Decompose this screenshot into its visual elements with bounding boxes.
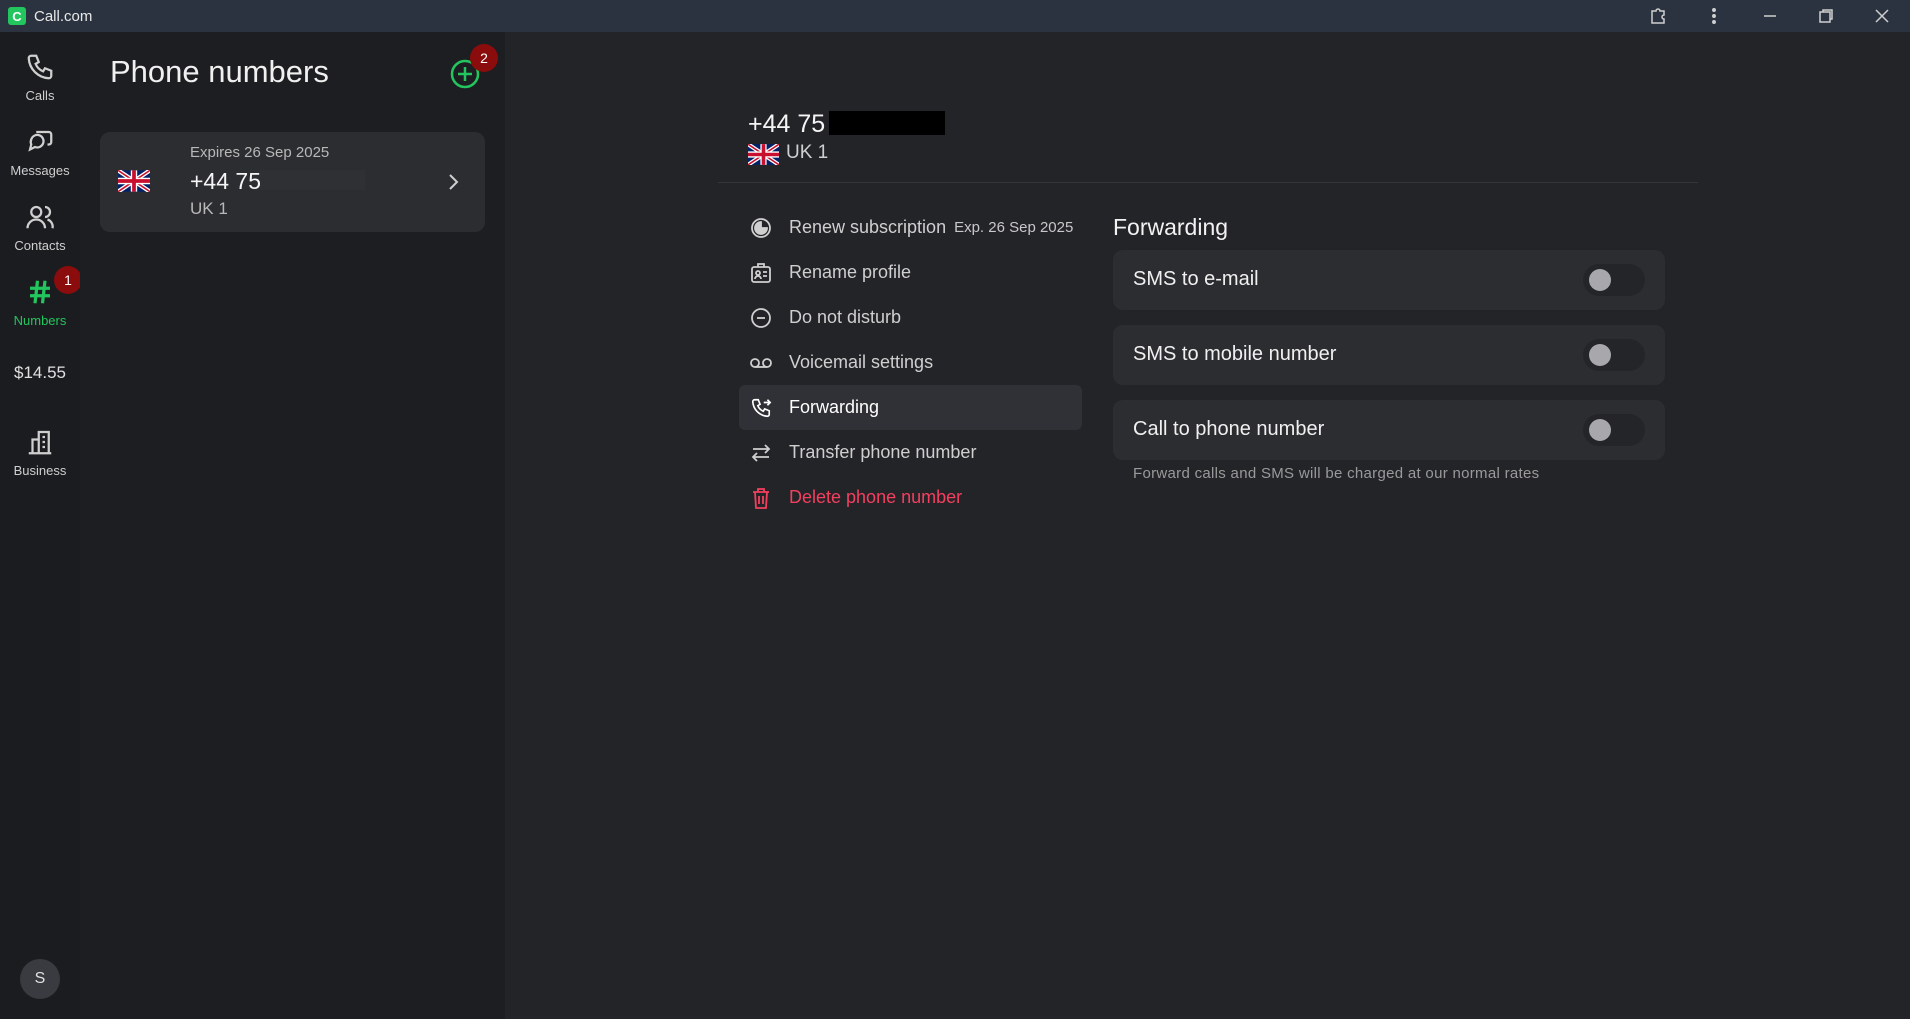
number-detail: +44 75 UK 1 Renew subscription Exp. 26 S… bbox=[505, 32, 1910, 1019]
rail-label: Messages bbox=[10, 163, 70, 178]
page-title: Phone numbers bbox=[110, 54, 329, 89]
menu-item-rename-profile[interactable]: Rename profile bbox=[739, 250, 1082, 295]
uk-flag-icon bbox=[116, 168, 152, 197]
menu-item-do-not-disturb[interactable]: Do not disturb bbox=[739, 295, 1082, 340]
app-logo: C bbox=[8, 7, 26, 25]
chevron-right-icon bbox=[445, 172, 461, 197]
app-title: Call.com bbox=[34, 7, 93, 25]
extensions-icon[interactable] bbox=[1630, 0, 1686, 32]
menu-item-label: Renew subscription bbox=[789, 217, 947, 237]
rail-item-messages[interactable]: Messages bbox=[0, 127, 80, 178]
forwarding-option-label: SMS to mobile number bbox=[1133, 343, 1337, 365]
voicemail-icon bbox=[747, 352, 775, 374]
numbers-list-panel: Phone numbers 2 Expires 26 Sep 2025 +44 … bbox=[80, 32, 505, 1019]
phone-icon bbox=[27, 54, 53, 80]
minimize-icon[interactable] bbox=[1742, 0, 1798, 32]
more-menu-icon[interactable] bbox=[1686, 0, 1742, 32]
uk-flag-icon bbox=[746, 142, 781, 170]
forwarding-option-call-to-phone: Call to phone number bbox=[1113, 400, 1665, 460]
transfer-icon bbox=[747, 442, 775, 464]
rail-item-contacts[interactable]: Contacts bbox=[0, 202, 80, 253]
menu-item-label: Delete phone number bbox=[789, 487, 963, 507]
numbers-badge: 1 bbox=[54, 266, 82, 294]
rail-label: Calls bbox=[25, 88, 55, 103]
expiry-date: Expires 26 Sep 2025 bbox=[190, 144, 330, 161]
menu-item-label: Rename profile bbox=[789, 262, 912, 282]
restore-icon[interactable] bbox=[1798, 0, 1854, 32]
forwarding-note: Forward calls and SMS will be charged at… bbox=[1133, 465, 1540, 482]
nav-rail: Calls Messages Contacts Numbers 1 $14.55… bbox=[0, 32, 82, 1019]
id-card-icon bbox=[747, 262, 775, 284]
subscription-expiry: Exp. 26 Sep 2025 bbox=[954, 219, 1074, 236]
redacted-digits bbox=[829, 111, 945, 135]
card-phone-number: +44 75 bbox=[190, 168, 261, 194]
rail-label: Numbers bbox=[13, 313, 67, 328]
toggle-knob bbox=[1589, 419, 1611, 441]
card-number-label: UK 1 bbox=[190, 199, 228, 218]
menu-item-forwarding[interactable]: Forwarding bbox=[739, 385, 1082, 430]
forwarding-option-sms-to-email: SMS to e-mail bbox=[1113, 250, 1665, 310]
building-icon bbox=[28, 430, 52, 455]
menu-item-label: Voicemail settings bbox=[789, 352, 934, 372]
detail-number-label: UK 1 bbox=[786, 142, 829, 163]
hash-icon bbox=[30, 280, 50, 304]
settings-menu: Renew subscription Exp. 26 Sep 2025 Rena… bbox=[739, 205, 1082, 520]
menu-item-label: Do not disturb bbox=[789, 307, 902, 327]
sms-to-mobile-toggle[interactable] bbox=[1583, 339, 1645, 371]
toggle-knob bbox=[1589, 344, 1611, 366]
rail-item-calls[interactable]: Calls bbox=[0, 52, 80, 103]
menu-item-delete-phone-number[interactable]: Delete phone number bbox=[739, 475, 1082, 520]
balance[interactable]: $14.55 bbox=[0, 363, 80, 383]
call-forward-icon bbox=[747, 397, 775, 419]
forwarding-title: Forwarding bbox=[1113, 214, 1229, 240]
forwarding-option-label: SMS to e-mail bbox=[1133, 268, 1259, 290]
forwarding-option-label: Call to phone number bbox=[1133, 418, 1325, 440]
call-to-phone-toggle[interactable] bbox=[1583, 414, 1645, 446]
menu-item-label: Forwarding bbox=[789, 397, 880, 417]
forwarding-option-sms-to-mobile: SMS to mobile number bbox=[1113, 325, 1665, 385]
sms-to-email-toggle[interactable] bbox=[1583, 264, 1645, 296]
close-icon[interactable] bbox=[1854, 0, 1910, 32]
minus-circle-icon bbox=[747, 307, 775, 329]
menu-item-label: Transfer phone number bbox=[789, 442, 977, 462]
menu-item-voicemail-settings[interactable]: Voicemail settings bbox=[739, 340, 1082, 385]
contacts-icon bbox=[26, 205, 54, 229]
trash-icon bbox=[747, 486, 775, 510]
menu-item-transfer-phone-number[interactable]: Transfer phone number bbox=[739, 430, 1082, 475]
number-card[interactable]: Expires 26 Sep 2025 +44 75 UK 1 bbox=[100, 132, 485, 232]
renew-icon bbox=[747, 217, 775, 239]
rail-label: Contacts bbox=[14, 238, 66, 253]
rail-item-business[interactable]: Business bbox=[0, 427, 80, 478]
rail-label: Business bbox=[13, 463, 67, 478]
avatar[interactable]: S bbox=[20, 959, 60, 999]
divider bbox=[718, 182, 1698, 183]
menu-item-renew-subscription[interactable]: Renew subscription Exp. 26 Sep 2025 bbox=[739, 205, 1082, 250]
title-bar: C Call.com bbox=[0, 0, 1910, 32]
chat-icon bbox=[28, 130, 53, 152]
toggle-knob bbox=[1589, 269, 1611, 291]
redacted-digits bbox=[260, 170, 365, 190]
detail-phone-number: +44 75 bbox=[748, 110, 826, 138]
add-number-badge: 2 bbox=[470, 44, 498, 72]
